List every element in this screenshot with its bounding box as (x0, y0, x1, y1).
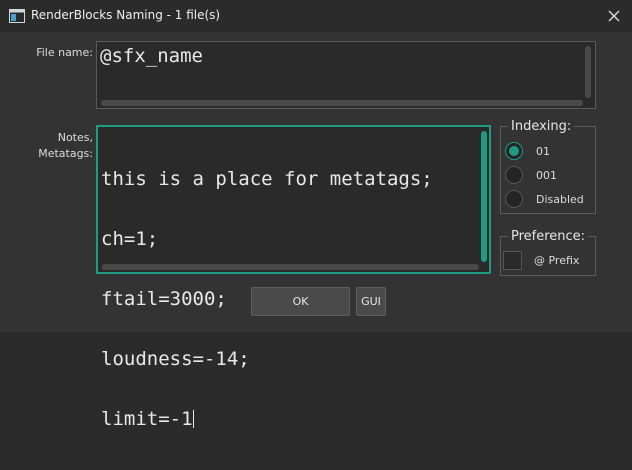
metatags-line-last: limit=-1 (101, 409, 433, 429)
text-caret (192, 410, 194, 428)
radio-button[interactable] (505, 142, 523, 160)
metatags-line: loudness=-14; (101, 348, 250, 370)
indexing-title: Indexing: (508, 120, 575, 134)
metatags-line: limit=-1 (101, 408, 193, 430)
prefix-label: @ Prefix (534, 254, 580, 267)
metatags-label-line2: Metatags: (38, 147, 93, 160)
indexing-option-01[interactable]: 01 (505, 142, 550, 160)
prefix-checkbox[interactable] (503, 251, 522, 270)
metatags-vertical-scrollbar[interactable] (481, 131, 487, 262)
close-icon (608, 10, 620, 22)
metatags-horizontal-scrollbar[interactable] (102, 264, 479, 270)
gui-button[interactable]: GUI (356, 287, 386, 316)
window-title: RenderBlocks Naming - 1 file(s) (31, 8, 221, 22)
metatags-line: this is a place for metatags; (101, 168, 433, 190)
close-button[interactable] (600, 4, 628, 28)
filename-value[interactable]: @sfx_name (100, 46, 203, 66)
radio-button[interactable] (505, 166, 523, 184)
filename-label: File name: (36, 46, 93, 59)
metatags-label: Notes, Metatags: (28, 130, 93, 162)
filename-field[interactable]: @sfx_name (96, 41, 596, 109)
radio-button[interactable] (505, 190, 523, 208)
preference-title: Preference: (508, 230, 589, 244)
metatags-line: ch=1; (101, 228, 159, 250)
indexing-option-label: Disabled (536, 192, 584, 206)
indexing-option-label: 01 (536, 144, 550, 158)
indexing-option-001[interactable]: 001 (505, 166, 557, 184)
metatags-label-line1: Notes, (57, 131, 93, 144)
window-app-icon (9, 9, 25, 23)
indexing-option-disabled[interactable]: Disabled (505, 190, 584, 208)
prefix-checkbox-row[interactable]: @ Prefix (503, 251, 579, 270)
filename-vertical-scrollbar[interactable] (585, 46, 591, 98)
filename-horizontal-scrollbar[interactable] (101, 100, 583, 106)
indexing-option-label: 001 (536, 168, 557, 182)
metatags-field[interactable]: this is a place for metatags; ch=1; ftai… (96, 125, 491, 429)
title-bar: RenderBlocks Naming - 1 file(s) (0, 0, 632, 32)
ok-button[interactable]: OK (251, 287, 350, 316)
